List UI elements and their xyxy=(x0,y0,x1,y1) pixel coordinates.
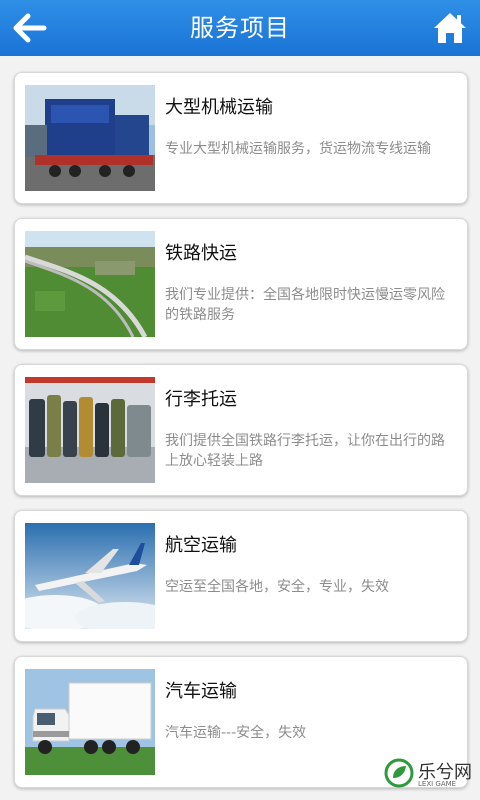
service-name: 航空运输 xyxy=(165,535,237,556)
service-name: 大型机械运输 xyxy=(165,97,273,118)
top-bar: 服务项目 xyxy=(0,0,480,56)
watermark-subtext: LEXI GAME xyxy=(418,780,457,788)
service-name: 汽车运输 xyxy=(165,681,237,702)
home-icon xyxy=(434,13,466,43)
service-description: 汽车运输---安全，失效 xyxy=(165,725,307,741)
truck-image xyxy=(25,669,155,775)
heavy-machinery-image xyxy=(25,85,155,191)
home-button[interactable] xyxy=(430,8,470,48)
service-card-heavy-machinery[interactable]: 大型机械运输 专业大型机械运输服务，货运物流专线运输 xyxy=(14,72,468,204)
service-name: 铁路快运 xyxy=(165,243,237,264)
luggage-image xyxy=(25,377,155,483)
service-card-air-transport[interactable]: 航空运输 空运至全国各地，安全，专业，失效 xyxy=(14,510,468,642)
service-description: 我们专业提供：全国各地限时快运慢运零风险的铁路服务 xyxy=(165,287,445,323)
service-description: 专业大型机械运输服务，货运物流专线运输 xyxy=(165,141,431,157)
watermark-logo: 乐兮网 LEXI GAME xyxy=(384,756,472,792)
service-description: 我们提供全国铁路行李托运，让你在出行的路上放心轻装上路 xyxy=(165,433,445,469)
page-title: 服务项目 xyxy=(190,14,290,42)
service-description: 空运至全国各地，安全，专业，失效 xyxy=(165,579,389,595)
railway-landscape-image xyxy=(25,231,155,337)
leaf-logo-icon xyxy=(384,758,414,788)
airplane-image xyxy=(25,523,155,629)
service-name: 行李托运 xyxy=(165,389,237,410)
service-card-railway-express[interactable]: 铁路快运 我们专业提供：全国各地限时快运慢运零风险的铁路服务 xyxy=(14,218,468,350)
service-card-luggage[interactable]: 行李托运 我们提供全国铁路行李托运，让你在出行的路上放心轻装上路 xyxy=(14,364,468,496)
